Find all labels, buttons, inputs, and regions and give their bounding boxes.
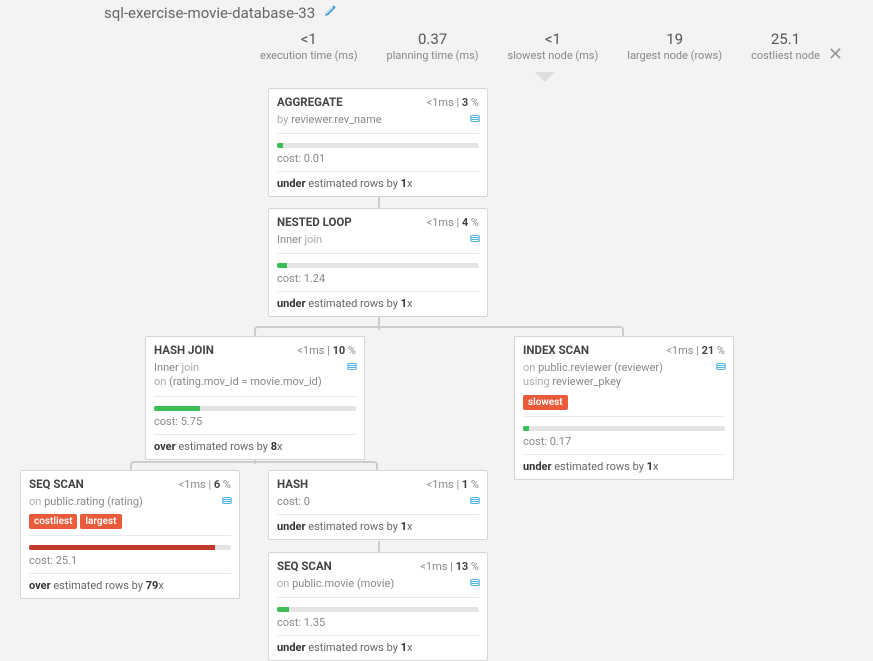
est-row: under estimated rows by 1x	[523, 454, 725, 473]
node-desc2: on (rating.mov_id = movie.mov_id)	[154, 375, 356, 389]
cost-bar	[277, 607, 479, 612]
database-icon	[347, 363, 357, 369]
est-row: over estimated rows by 79x	[29, 573, 231, 592]
est-row: under estimated rows by 1x	[277, 291, 479, 310]
tag-costliest: costliest	[29, 514, 77, 529]
est-row: under estimated rows by 1x	[277, 635, 479, 654]
node-metrics: <1ms | 6 %	[179, 478, 231, 491]
node-name: SEQ SCAN	[277, 559, 332, 573]
est-row: over estimated rows by 8x	[154, 434, 356, 453]
stat-plan-time: 0.37 planning time (ms)	[387, 30, 479, 62]
plan-title: sql-exercise-movie-database-33	[104, 4, 315, 22]
node-nested-loop[interactable]: NESTED LOOP <1ms | 4 % Inner join cost: …	[268, 208, 488, 317]
node-desc: Inner join	[154, 361, 356, 375]
node-name: INDEX SCAN	[523, 343, 589, 357]
est-row: under estimated rows by 1x	[277, 171, 479, 190]
node-seq-scan-rating[interactable]: SEQ SCAN <1ms | 6 % on public.rating (ra…	[20, 470, 240, 599]
node-metrics: <1ms | 4 %	[427, 216, 479, 229]
node-metrics: <1ms | 1 %	[427, 478, 479, 491]
node-name: SEQ SCAN	[29, 477, 84, 491]
database-icon	[470, 579, 480, 585]
node-name: NESTED LOOP	[277, 215, 352, 229]
cost-value: cost: 0.17	[523, 435, 725, 448]
plan-title-row: sql-exercise-movie-database-33	[104, 4, 337, 22]
node-aggregate[interactable]: AGGREGATE <1ms | 3 % by reviewer.rev_nam…	[268, 88, 488, 197]
close-icon[interactable]: ✕	[828, 44, 843, 65]
edit-icon[interactable]	[323, 4, 337, 22]
database-icon	[470, 235, 480, 241]
node-name: HASH JOIN	[154, 343, 214, 357]
est-row: under estimated rows by 1x	[277, 514, 479, 533]
cost-bar	[29, 545, 231, 550]
cost-value: cost: 5.75	[154, 415, 356, 428]
cost-value: cost: 25.1	[29, 554, 231, 567]
tag-slowest: slowest	[523, 395, 568, 410]
tags: costliestlargest	[29, 514, 231, 529]
node-name: AGGREGATE	[277, 95, 343, 109]
node-desc: by reviewer.rev_name	[277, 113, 479, 127]
stats-bar: <1 execution time (ms) 0.37 planning tim…	[260, 30, 820, 62]
tag-largest: largest	[80, 514, 121, 529]
cost-bar	[277, 263, 479, 268]
pointer-arrow-icon	[535, 72, 555, 82]
database-icon	[716, 363, 726, 369]
stat-exec-time: <1 execution time (ms)	[260, 30, 358, 62]
cost-value: cost: 1.24	[277, 272, 479, 285]
stat-slowest-node: <1 slowest node (ms)	[508, 30, 599, 62]
node-metrics: <1ms | 3 %	[427, 96, 479, 109]
node-name: HASH	[277, 477, 308, 491]
node-desc2: using reviewer_pkey	[523, 375, 725, 389]
node-desc: on public.movie (movie)	[277, 577, 479, 591]
database-icon	[470, 115, 480, 121]
node-seq-scan-movie[interactable]: SEQ SCAN <1ms | 13 % on public.movie (mo…	[268, 552, 488, 661]
node-metrics: <1ms | 21 %	[666, 344, 725, 357]
stat-costliest-node: 25.1 costliest node	[751, 30, 820, 62]
cost-value: cost: 1.35	[277, 616, 479, 629]
database-icon	[222, 497, 232, 503]
node-index-scan[interactable]: INDEX SCAN <1ms | 21 % on public.reviewe…	[514, 336, 734, 480]
node-metrics: <1ms | 10 %	[297, 344, 356, 357]
cost-bar	[523, 426, 725, 431]
node-desc: on public.rating (rating)	[29, 495, 231, 509]
stat-largest-node: 19 largest node (rows)	[627, 30, 722, 62]
node-hash[interactable]: HASH <1ms | 1 % cost: 0 under estimated …	[268, 470, 488, 540]
tags: slowest	[523, 395, 725, 410]
node-desc: Inner join	[277, 233, 479, 247]
node-desc: on public.reviewer (reviewer)	[523, 361, 725, 375]
cost-value: cost: 0	[277, 495, 479, 508]
cost-bar	[154, 406, 356, 411]
cost-bar	[277, 143, 479, 148]
node-metrics: <1ms | 13 %	[420, 560, 479, 573]
node-hash-join[interactable]: HASH JOIN <1ms | 10 % Inner join on (rat…	[145, 336, 365, 460]
database-icon	[470, 497, 480, 503]
cost-value: cost: 0.01	[277, 152, 479, 165]
